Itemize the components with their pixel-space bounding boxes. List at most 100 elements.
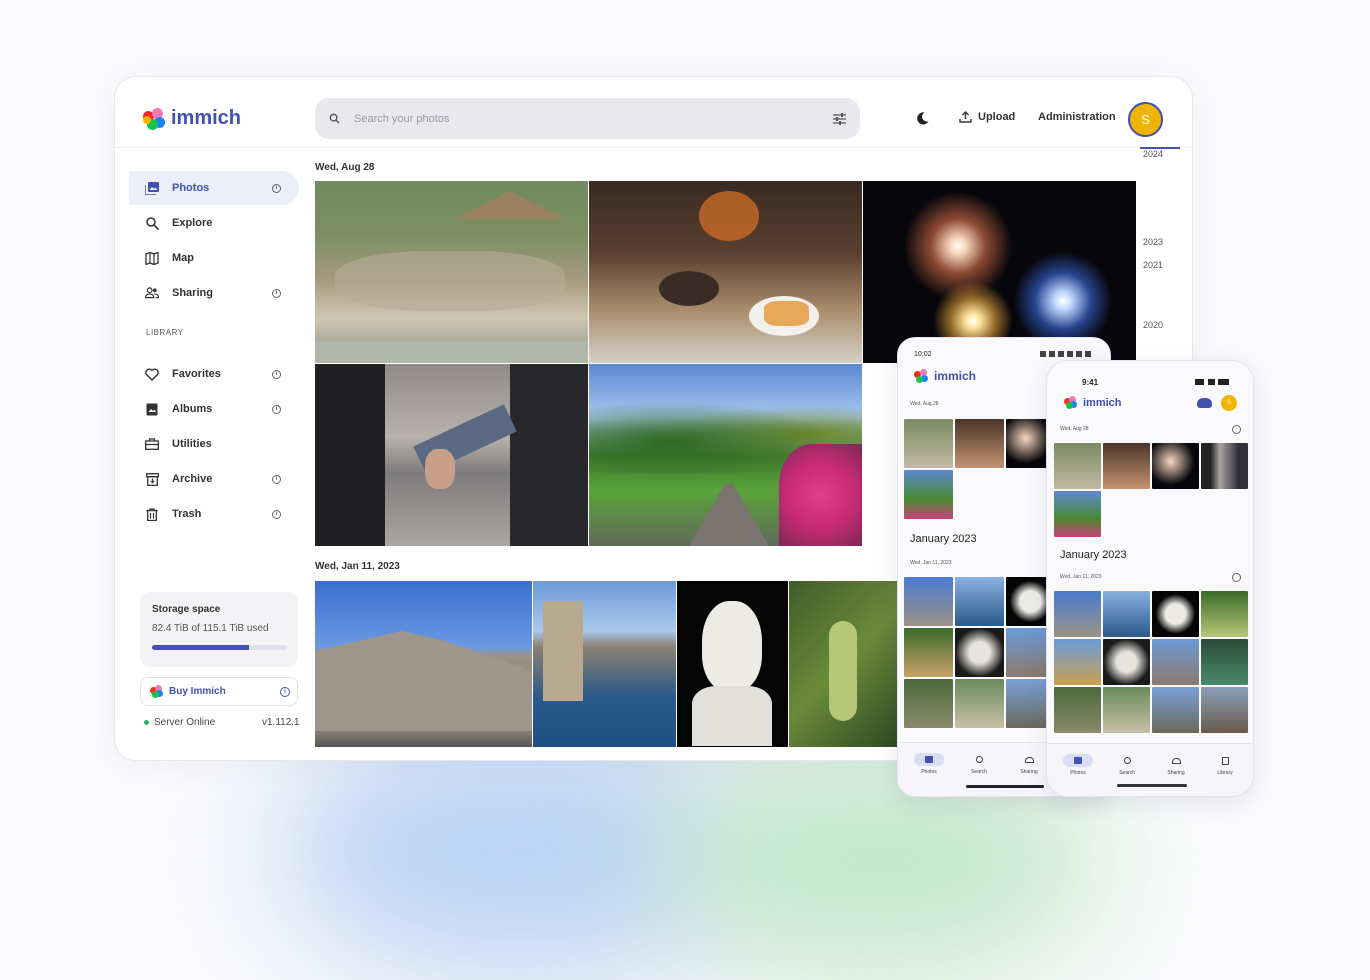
photo-thumbnail[interactable] bbox=[589, 181, 862, 363]
photo-thumbnail[interactable] bbox=[1054, 491, 1101, 537]
photo-thumbnail[interactable] bbox=[1103, 687, 1150, 733]
photo-thumbnail[interactable] bbox=[955, 628, 1004, 677]
header-divider bbox=[115, 147, 1192, 148]
search-icon bbox=[975, 756, 983, 763]
sidebar-item-trash[interactable]: Trash i bbox=[129, 497, 299, 531]
status-bar-icons bbox=[1195, 379, 1229, 385]
select-group-icon[interactable] bbox=[1232, 573, 1241, 582]
user-avatar[interactable]: S bbox=[1128, 102, 1163, 137]
photo-thumbnail[interactable] bbox=[1201, 443, 1248, 489]
photo-thumbnail[interactable] bbox=[1201, 591, 1248, 637]
home-indicator bbox=[1117, 784, 1187, 787]
tab-photos[interactable]: Photos bbox=[1058, 754, 1098, 776]
info-icon[interactable]: i bbox=[280, 686, 290, 697]
photo-thumbnail[interactable] bbox=[1103, 443, 1150, 489]
photo-thumbnail[interactable] bbox=[1201, 639, 1248, 685]
info-icon[interactable]: i bbox=[272, 288, 281, 298]
info-icon[interactable]: i bbox=[272, 183, 281, 193]
buy-immich-button[interactable]: Buy Immich i bbox=[140, 677, 298, 706]
logo-text: immich bbox=[1083, 396, 1122, 409]
search-bar[interactable] bbox=[315, 98, 860, 139]
sidebar-item-label: Trash bbox=[172, 508, 202, 520]
photo-thumbnail[interactable] bbox=[1103, 591, 1150, 637]
search-options-icon[interactable] bbox=[833, 112, 846, 125]
photo-thumbnail[interactable] bbox=[1152, 443, 1199, 489]
photos-icon bbox=[145, 181, 159, 195]
date-group-header: Wed, Aug 28 bbox=[315, 162, 375, 173]
tab-sharing[interactable]: Sharing bbox=[1156, 754, 1196, 776]
photo-thumbnail[interactable] bbox=[955, 679, 1004, 728]
photo-thumbnail[interactable] bbox=[904, 419, 953, 468]
sidebar-item-utilities[interactable]: Utilities bbox=[129, 427, 299, 461]
photo-thumbnail[interactable] bbox=[1152, 591, 1199, 637]
sidebar-item-map[interactable]: Map bbox=[129, 241, 299, 275]
photo-thumbnail[interactable] bbox=[1201, 687, 1248, 733]
info-icon[interactable]: i bbox=[272, 369, 281, 379]
photo-thumbnail[interactable] bbox=[863, 181, 1136, 363]
sidebar-item-label: Archive bbox=[172, 473, 213, 485]
tab-label: Search bbox=[1119, 770, 1135, 776]
photo-thumbnail[interactable] bbox=[1152, 639, 1199, 685]
library-icon bbox=[1221, 756, 1229, 765]
photo-thumbnail[interactable] bbox=[1103, 639, 1150, 685]
tab-library[interactable]: Library bbox=[1205, 754, 1245, 776]
app-logo[interactable]: immich bbox=[143, 107, 241, 130]
date-group-header: Wed, Aug 28 bbox=[910, 401, 939, 407]
sidebar-item-favorites[interactable]: Favorites i bbox=[129, 357, 299, 391]
tab-search[interactable]: Search bbox=[1107, 754, 1147, 776]
avatar-initial: S bbox=[1226, 400, 1231, 406]
tab-sharing[interactable]: Sharing bbox=[1009, 753, 1049, 775]
sidebar-item-label: Utilities bbox=[172, 438, 212, 450]
search-input[interactable] bbox=[354, 112, 833, 125]
sidebar-item-explore[interactable]: Explore bbox=[129, 206, 299, 240]
immich-flower-icon bbox=[1064, 396, 1077, 409]
upload-button[interactable]: Upload bbox=[959, 111, 1015, 123]
photo-thumbnail[interactable] bbox=[315, 181, 588, 363]
tab-photos[interactable]: Photos bbox=[909, 753, 949, 775]
photo-thumbnail[interactable] bbox=[315, 364, 588, 546]
photo-thumbnail[interactable] bbox=[955, 419, 1004, 468]
status-bar-time: 10:02 bbox=[914, 351, 932, 358]
info-icon[interactable]: i bbox=[272, 509, 281, 519]
photo-thumbnail[interactable] bbox=[677, 581, 788, 747]
tab-search[interactable]: Search bbox=[959, 753, 999, 775]
photo-thumbnail[interactable] bbox=[589, 364, 862, 546]
sidebar-item-sharing[interactable]: Sharing i bbox=[129, 276, 299, 310]
cloud-backup-icon[interactable] bbox=[1197, 398, 1212, 408]
album-icon bbox=[145, 402, 159, 416]
photo-thumbnail[interactable] bbox=[955, 577, 1004, 626]
tab-label: Library bbox=[1217, 770, 1233, 776]
storage-progress-bar bbox=[152, 645, 287, 650]
photo-thumbnail[interactable] bbox=[1054, 687, 1101, 733]
tab-label: Sharing bbox=[1020, 769, 1038, 775]
trash-icon bbox=[145, 507, 159, 521]
info-icon[interactable]: i bbox=[272, 404, 281, 414]
sidebar-item-albums[interactable]: Albums i bbox=[129, 392, 299, 426]
theme-toggle-button[interactable] bbox=[915, 111, 930, 131]
photo-thumbnail[interactable] bbox=[904, 628, 953, 677]
photo-thumbnail[interactable] bbox=[1152, 687, 1199, 733]
select-group-icon[interactable] bbox=[1232, 425, 1241, 434]
administration-button[interactable]: Administration bbox=[1038, 111, 1116, 123]
photo-thumbnail[interactable] bbox=[904, 470, 953, 519]
photo-thumbnail[interactable] bbox=[904, 679, 953, 728]
photo-thumbnail[interactable] bbox=[904, 577, 953, 626]
toolbox-icon bbox=[145, 437, 159, 451]
photo-thumbnail[interactable] bbox=[533, 581, 676, 747]
photo-thumbnail[interactable] bbox=[315, 581, 532, 747]
storage-usage-text: 82.4 TiB of 115.1 TiB used bbox=[152, 623, 269, 634]
sidebar-item-label: Favorites bbox=[172, 368, 221, 380]
photo-thumbnail[interactable] bbox=[1054, 591, 1101, 637]
month-header: January 2023 bbox=[910, 533, 977, 545]
storage-title: Storage space bbox=[152, 604, 221, 615]
administration-label: Administration bbox=[1038, 111, 1116, 123]
user-avatar[interactable]: S bbox=[1221, 395, 1237, 411]
photo-thumbnail[interactable] bbox=[1054, 443, 1101, 489]
explore-search-icon bbox=[145, 216, 159, 230]
sidebar-item-photos[interactable]: Photos i bbox=[129, 171, 299, 205]
photo-thumbnail[interactable] bbox=[789, 581, 899, 747]
photo-thumbnail[interactable] bbox=[1054, 639, 1101, 685]
tab-label: Sharing bbox=[1167, 770, 1185, 776]
sidebar-item-archive[interactable]: Archive i bbox=[129, 462, 299, 496]
info-icon[interactable]: i bbox=[272, 474, 281, 484]
